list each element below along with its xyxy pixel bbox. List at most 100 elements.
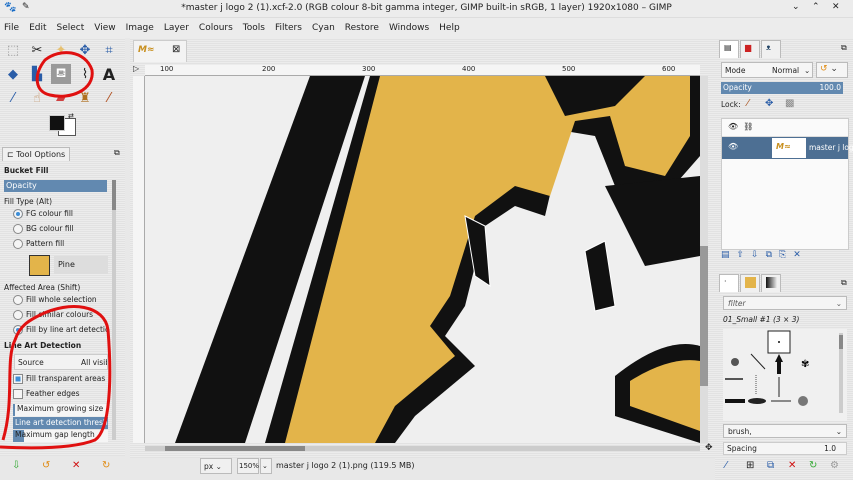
panel-menu-icon[interactable]: ⧉ bbox=[841, 43, 847, 53]
menu-tools[interactable]: Tools bbox=[243, 23, 265, 33]
unit-dropdown[interactable]: px ⌄ bbox=[200, 458, 232, 474]
radio-pattern-fill[interactable]: Pattern fill bbox=[13, 239, 64, 249]
menu-restore[interactable]: Restore bbox=[345, 23, 379, 33]
menu-file[interactable]: File bbox=[4, 23, 19, 33]
menu-windows[interactable]: Windows bbox=[389, 23, 429, 33]
tool-name: Bucket Fill bbox=[4, 166, 49, 175]
tab-channels[interactable]: ▆ bbox=[740, 40, 760, 58]
edit-brush-icon[interactable]: ⁄ bbox=[725, 460, 727, 471]
spacing-slider[interactable]: Spacing 1.0 bbox=[723, 442, 847, 455]
tab-layers[interactable]: ▤ bbox=[719, 40, 739, 58]
transform-tool-icon[interactable]: ◆ bbox=[3, 64, 23, 84]
horizontal-scrollbar[interactable] bbox=[145, 446, 700, 451]
menu-select[interactable]: Select bbox=[57, 23, 85, 33]
delete-brush-icon[interactable]: ✕ bbox=[788, 460, 796, 471]
panel-menu-icon[interactable]: ⧉ bbox=[841, 278, 847, 288]
menu-layer[interactable]: Layer bbox=[164, 23, 189, 33]
checkbox-feather-edges[interactable]: Feather edges bbox=[13, 389, 80, 399]
brush-grid[interactable]: ✾ bbox=[723, 329, 847, 421]
refresh-brushes-icon[interactable]: ↻ bbox=[809, 460, 817, 471]
panel-menu-icon[interactable]: ⧉ bbox=[114, 148, 120, 158]
color-picker-tool-icon[interactable]: ⁄ bbox=[3, 88, 23, 108]
radio-fill-whole-selection[interactable]: Fill whole selection bbox=[13, 295, 97, 305]
menu-image[interactable]: Image bbox=[126, 23, 154, 33]
visibility-header-icon: 👁 bbox=[728, 122, 739, 131]
close-button[interactable]: ✕ bbox=[832, 2, 840, 12]
brush-settings-icon[interactable]: ⚙ bbox=[830, 460, 839, 471]
text-tool-icon[interactable]: A bbox=[99, 64, 119, 84]
scissors-tool-icon[interactable]: ✂ bbox=[27, 40, 47, 60]
visibility-icon[interactable]: 👁 bbox=[728, 142, 738, 151]
window-title: *master j logo 2 (1).xcf-2.0 (RGB colour… bbox=[181, 3, 672, 13]
close-image-tab-icon[interactable]: ⊠ bbox=[172, 44, 180, 55]
source-dropdown[interactable]: SourceAll visible bbox=[14, 354, 108, 370]
smudge-tool-icon[interactable]: ☝ bbox=[27, 88, 47, 108]
brush-filter-input[interactable]: filter ⌄ bbox=[723, 296, 847, 310]
minimize-button[interactable]: ⌄ bbox=[792, 2, 800, 12]
menu-help[interactable]: Help bbox=[439, 23, 460, 33]
checkbox-fill-transparent[interactable]: Fill transparent areas bbox=[13, 374, 105, 384]
reset-options-icon[interactable]: ↻ bbox=[102, 460, 110, 471]
layer-opacity-slider[interactable]: Opacity 100.0 bbox=[721, 82, 843, 94]
tab-gradients[interactable] bbox=[761, 274, 781, 292]
rect-select-tool-icon[interactable]: ⬚ bbox=[3, 40, 23, 60]
tab-brushes[interactable]: · bbox=[719, 274, 739, 292]
lock-alpha-icon[interactable]: ▩ bbox=[785, 98, 794, 109]
menu-cyan[interactable]: Cyan bbox=[312, 23, 335, 33]
paintbrush-tool-icon[interactable]: ⁄ bbox=[99, 88, 119, 108]
max-growing-size-slider[interactable]: Maximum growing size bbox=[13, 404, 108, 416]
zoom-dropdown[interactable]: ⌄ bbox=[260, 458, 272, 474]
fuzzy-select-tool-icon[interactable]: ✦ bbox=[51, 40, 71, 60]
opacity-slider[interactable]: Opacity bbox=[4, 180, 107, 192]
new-brush-icon[interactable]: ⊞ bbox=[746, 460, 754, 471]
clone-tool-icon[interactable]: ♜ bbox=[75, 88, 95, 108]
eraser-tool-icon[interactable]: ▰ bbox=[51, 88, 71, 108]
lock-position-icon[interactable]: ✥ bbox=[765, 98, 773, 109]
layer-row[interactable]: 👁 M≈ master j logo bbox=[722, 137, 853, 159]
layers-list: 👁 ⛓ 👁 M≈ master j logo bbox=[721, 118, 853, 250]
right-dock: ▤ ▆ ᴥ ⧉ Mode Normal ⌄ ↺ ⌄ Opacity 100.0 Loc… bbox=[715, 38, 853, 480]
radio-fg-fill[interactable]: FG colour fill bbox=[13, 209, 73, 219]
lock-label: Lock: bbox=[721, 100, 741, 109]
menu-edit[interactable]: Edit bbox=[29, 23, 46, 33]
delete-options-icon[interactable]: ✕ bbox=[72, 460, 80, 471]
tab-patterns[interactable] bbox=[740, 274, 760, 292]
pattern-swatch[interactable] bbox=[29, 255, 50, 276]
max-gap-length-slider[interactable]: Maximum gap length bbox=[13, 430, 108, 442]
menu-colours[interactable]: Colours bbox=[199, 23, 233, 33]
navigate-icon[interactable]: ✥ bbox=[705, 443, 713, 453]
pattern-name: Pine bbox=[54, 256, 108, 274]
duplicate-brush-icon[interactable]: ⧉ bbox=[767, 460, 774, 471]
image-canvas[interactable] bbox=[145, 76, 700, 443]
crop-tool-icon[interactable]: ⌗ bbox=[99, 40, 119, 60]
move-tool-icon[interactable]: ✥ bbox=[75, 40, 95, 60]
title-bar: 🐾 ✎ *master j logo 2 (1).xcf-2.0 (RGB co… bbox=[0, 0, 853, 18]
brush-tag-input[interactable]: brush, ⌄ bbox=[723, 424, 847, 438]
bucket-fill-tool-icon[interactable]: ⛾ bbox=[51, 64, 71, 84]
vertical-scrollbar[interactable] bbox=[700, 76, 708, 443]
save-options-icon[interactable]: ⇩ bbox=[12, 460, 20, 471]
mode-dropdown[interactable]: Mode Normal ⌄ bbox=[721, 62, 813, 78]
line-art-detection-label: Line Art Detection bbox=[4, 341, 82, 350]
warp-tool-icon[interactable]: ▙ bbox=[27, 64, 47, 84]
paths-tool-icon[interactable]: ⌇ bbox=[75, 64, 95, 84]
tab-tool-options[interactable]: ⊏ Tool Options bbox=[2, 147, 71, 161]
tab-paths[interactable]: ᴥ bbox=[761, 40, 781, 58]
options-scrollbar[interactable] bbox=[112, 180, 116, 440]
radio-bg-fill[interactable]: BG colour fill bbox=[13, 224, 74, 234]
composite-mode-dropdown[interactable]: ↺ ⌄ bbox=[816, 62, 848, 78]
restore-options-icon[interactable]: ↺ bbox=[42, 460, 50, 471]
quick-mask-menu-icon[interactable]: ▷ bbox=[133, 64, 145, 76]
line-art-threshold-slider[interactable]: Line art detection threshold bbox=[13, 417, 108, 429]
radio-fill-similar-colours[interactable]: Fill similar colours bbox=[13, 310, 93, 320]
swap-colors-icon[interactable]: ⇄ bbox=[68, 112, 74, 120]
menu-filters[interactable]: Filters bbox=[275, 23, 302, 33]
zoom-field[interactable]: 150% bbox=[237, 458, 259, 474]
maximize-button[interactable]: ⌃ bbox=[812, 2, 820, 12]
layer-buttons[interactable]: ▤⇧⇩⧉⎘✕ bbox=[721, 250, 849, 264]
lock-pixels-icon[interactable]: ⁄ bbox=[747, 98, 749, 109]
foreground-color-swatch[interactable] bbox=[49, 115, 65, 131]
menu-view[interactable]: View bbox=[94, 23, 115, 33]
image-tab[interactable]: M≈ ⊠ bbox=[133, 40, 187, 62]
radio-fill-line-art[interactable]: Fill by line art detection bbox=[13, 325, 107, 335]
